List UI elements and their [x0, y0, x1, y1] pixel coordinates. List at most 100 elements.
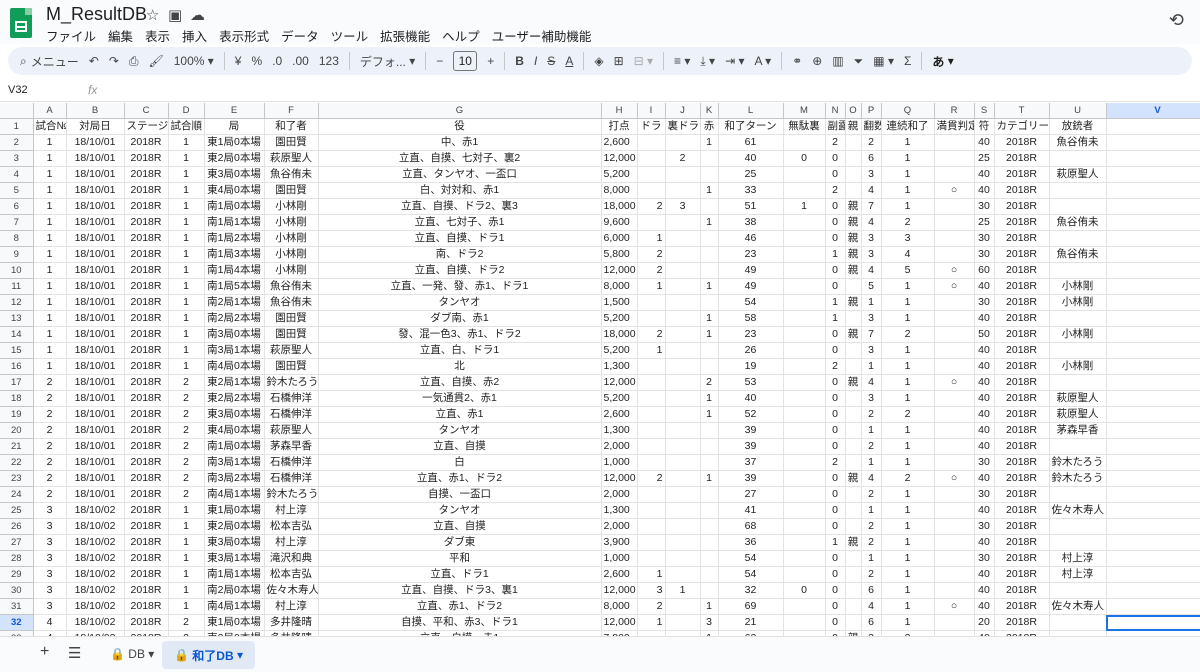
cell[interactable]: 1 [861, 502, 882, 519]
cell[interactable]: 23 [718, 246, 784, 263]
cell[interactable] [1106, 486, 1200, 503]
cell[interactable]: 園田賢 [264, 310, 319, 327]
cell[interactable] [1049, 230, 1107, 247]
cell[interactable] [1106, 598, 1200, 615]
cell[interactable] [665, 614, 701, 631]
row-header[interactable]: 4 [0, 166, 34, 183]
cell[interactable]: 東2局0本場 [204, 150, 265, 167]
cell[interactable] [700, 422, 719, 439]
cell[interactable] [845, 134, 862, 151]
row-header[interactable]: 31 [0, 598, 34, 615]
cell[interactable]: 2018R [994, 358, 1050, 375]
cell[interactable] [665, 278, 701, 295]
column-header[interactable]: H [601, 103, 638, 119]
cell[interactable]: 1 [168, 166, 205, 183]
column-header[interactable]: R [934, 103, 975, 119]
cell[interactable] [665, 262, 701, 279]
column-header[interactable]: D [168, 103, 205, 119]
cell[interactable] [1106, 310, 1200, 327]
row-header[interactable]: 5 [0, 182, 34, 199]
decrease-decimal-button[interactable]: .0 [272, 54, 282, 68]
row-header[interactable]: 27 [0, 534, 34, 551]
cell[interactable]: 3 [665, 198, 701, 215]
cell[interactable] [783, 422, 826, 439]
cell[interactable]: 立直、タンヤオ、一盃口 [318, 166, 602, 183]
cell[interactable]: 23 [718, 326, 784, 343]
cell[interactable]: 30 [974, 246, 995, 263]
cell[interactable]: 2 [881, 326, 935, 343]
cell[interactable]: 南1局1本場 [204, 566, 265, 583]
cell[interactable] [665, 166, 701, 183]
cell[interactable]: 2018R [994, 134, 1050, 151]
all-sheets-icon[interactable]: ☰ [68, 644, 81, 662]
cell[interactable]: 1,300 [601, 422, 638, 439]
cell[interactable] [845, 406, 862, 423]
cell[interactable]: 6 [861, 614, 882, 631]
row-header[interactable]: 23 [0, 470, 34, 487]
cell[interactable]: 46 [718, 230, 784, 247]
cell[interactable]: 2018R [994, 534, 1050, 551]
cell[interactable] [637, 550, 666, 567]
cell[interactable]: 1 [700, 134, 719, 151]
cell[interactable] [1049, 150, 1107, 167]
cell[interactable] [665, 342, 701, 359]
cell[interactable]: 5 [881, 262, 935, 279]
cell[interactable] [1049, 518, 1107, 535]
cell[interactable]: 1,000 [601, 550, 638, 567]
cell[interactable]: 1 [33, 230, 67, 247]
cell[interactable]: 39 [718, 438, 784, 455]
cell[interactable]: 鈴木たろう [1049, 470, 1107, 487]
cell[interactable] [1049, 310, 1107, 327]
cell[interactable]: 南1局1本場 [204, 214, 265, 231]
cell[interactable]: 1 [33, 326, 67, 343]
cell[interactable]: 0 [825, 502, 846, 519]
cell[interactable]: 2018R [994, 294, 1050, 311]
header-cell[interactable]: 連続和了 [881, 118, 935, 135]
cell[interactable]: 25 [974, 214, 995, 231]
cell[interactable] [1106, 230, 1200, 247]
cell[interactable]: 立直、自摸、ドラ2、裏3 [318, 198, 602, 215]
cell[interactable]: 53 [718, 374, 784, 391]
select-all-corner[interactable] [0, 103, 34, 119]
cell[interactable]: 2 [825, 358, 846, 375]
row-header[interactable]: 2 [0, 134, 34, 151]
cell[interactable] [845, 566, 862, 583]
cell[interactable]: 18/10/01 [66, 374, 125, 391]
cell[interactable]: 南1局4本場 [204, 262, 265, 279]
cell[interactable] [934, 550, 975, 567]
cell[interactable]: 1 [881, 486, 935, 503]
cell[interactable]: 1 [881, 294, 935, 311]
cell[interactable]: 親 [845, 534, 862, 551]
cell[interactable]: 40 [974, 534, 995, 551]
row-header[interactable]: 8 [0, 230, 34, 247]
cell[interactable] [700, 342, 719, 359]
cell[interactable]: 村上淳 [264, 598, 319, 615]
cell[interactable]: 立直、赤1、ドラ2 [318, 598, 602, 615]
cell[interactable]: 3 [861, 230, 882, 247]
cell[interactable]: 2018R [994, 150, 1050, 167]
cell[interactable]: 2 [637, 598, 666, 615]
cell[interactable] [700, 246, 719, 263]
cell[interactable]: 石橋伸洋 [264, 390, 319, 407]
header-cell[interactable]: 役 [318, 118, 602, 135]
cell[interactable]: 12,000 [601, 470, 638, 487]
cell[interactable]: 1 [33, 310, 67, 327]
cell[interactable]: 5 [861, 278, 882, 295]
cell[interactable] [1049, 182, 1107, 199]
cell[interactable]: 2,600 [601, 566, 638, 583]
cell[interactable] [783, 454, 826, 471]
column-header[interactable]: O [845, 103, 862, 119]
cell[interactable]: 東3局0本場 [204, 534, 265, 551]
cell[interactable] [637, 214, 666, 231]
cell[interactable] [934, 502, 975, 519]
cell[interactable]: 2018R [124, 326, 169, 343]
cell[interactable]: 1 [33, 198, 67, 215]
cell[interactable]: 40 [974, 342, 995, 359]
header-cell[interactable]: 裏ドラ [665, 118, 701, 135]
cell[interactable] [934, 342, 975, 359]
cell[interactable]: 南4局1本場 [204, 486, 265, 503]
cell[interactable] [637, 438, 666, 455]
header-cell[interactable]: 親 [845, 118, 862, 135]
functions-icon[interactable]: Σ [904, 54, 911, 68]
cell[interactable] [1106, 614, 1200, 631]
